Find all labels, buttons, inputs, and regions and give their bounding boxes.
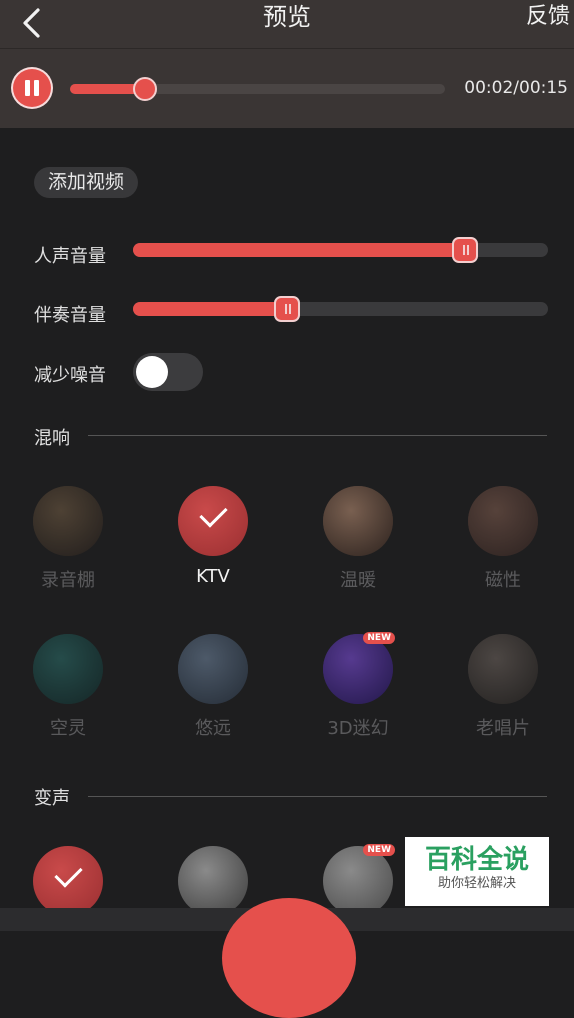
reverb-thumbnail <box>178 634 248 704</box>
vocal-volume-label: 人声音量 <box>34 246 106 267</box>
vocal-volume-slider[interactable] <box>133 237 548 263</box>
playback-scrub-handle[interactable] <box>133 77 157 101</box>
reverb-thumbnail <box>323 634 393 704</box>
voice-change-thumbnail <box>323 846 393 916</box>
watermark-subtitle: 助你轻松解决 <box>437 876 516 891</box>
voice-change-thumbnail <box>178 846 248 916</box>
toggle-knob <box>136 356 168 388</box>
top-bar: 预览 反馈 <box>0 0 574 49</box>
reverb-section-title: 混响 <box>34 428 70 449</box>
reverb-option[interactable]: NEW 3D迷幻 <box>303 632 413 739</box>
voice-change-section-title: 变声 <box>34 788 70 809</box>
reverb-option[interactable]: 老唱片 <box>448 634 558 739</box>
thumbnail-dim-overlay <box>178 634 248 704</box>
reverb-thumbnail <box>178 486 248 556</box>
reverb-thumbnail <box>468 634 538 704</box>
reverb-option[interactable]: 录音棚 <box>13 486 123 591</box>
pause-button[interactable] <box>13 69 51 107</box>
noise-reduction-toggle[interactable] <box>133 353 203 391</box>
watermark-title: 百科全说 <box>424 845 529 875</box>
accompaniment-volume-slider[interactable] <box>133 296 548 322</box>
reverb-thumbnail <box>468 486 538 556</box>
checkmark-icon <box>199 499 228 528</box>
vocal-volume-handle[interactable] <box>452 237 478 263</box>
reverb-divider <box>88 435 547 436</box>
playback-time: 00:02/00:15 <box>464 78 568 98</box>
reverb-option[interactable]: 磁性 <box>448 486 558 591</box>
record-button[interactable] <box>222 898 356 1018</box>
watermark-logo: 百科全说 助你轻松解决 <box>405 837 549 906</box>
thumbnail-dim-overlay <box>468 486 538 556</box>
reverb-option-label: 老唱片 <box>476 718 530 739</box>
new-badge: NEW <box>363 844 395 856</box>
voice-change-option[interactable] <box>13 846 123 916</box>
reverb-thumbnail <box>33 634 103 704</box>
accompaniment-volume-handle[interactable] <box>273 296 300 322</box>
voice-change-divider <box>88 796 547 797</box>
thumbnail-dim-overlay <box>33 486 103 556</box>
feedback-button[interactable]: 反馈 <box>526 2 570 32</box>
voice-change-thumbnail <box>33 846 103 916</box>
reverb-option[interactable]: KTV <box>158 486 268 590</box>
reverb-option-label: 空灵 <box>50 718 86 739</box>
vocal-volume-fill <box>133 243 465 257</box>
reverb-option[interactable]: 悠远 <box>158 634 268 739</box>
reverb-option-label: KTV <box>196 566 230 587</box>
voice-change-option[interactable] <box>158 846 268 916</box>
thumbnail-dim-overlay <box>468 634 538 704</box>
accompaniment-volume-label: 伴奏音量 <box>34 305 106 326</box>
thumbnail-dim-overlay <box>323 486 393 556</box>
new-badge: NEW <box>363 632 395 644</box>
checkmark-icon <box>54 859 83 888</box>
reverb-thumbnail <box>323 486 393 556</box>
thumbnail-dim-overlay <box>323 634 393 704</box>
reverb-option-label: 温暖 <box>340 570 376 591</box>
reverb-thumbnail <box>33 486 103 556</box>
reverb-option-label: 磁性 <box>485 570 521 591</box>
noise-reduction-label: 减少噪音 <box>34 365 106 386</box>
accompaniment-volume-fill <box>133 302 287 316</box>
reverb-option-label: 录音棚 <box>41 570 95 591</box>
reverb-option[interactable]: 空灵 <box>13 634 123 739</box>
add-video-button[interactable]: 添加视频 <box>34 167 139 198</box>
playback-bar: 00:02/00:15 <box>0 49 574 128</box>
reverb-option[interactable]: 温暖 <box>303 486 413 591</box>
reverb-option-label: 3D迷幻 <box>327 718 389 739</box>
reverb-option-label: 悠远 <box>195 718 231 739</box>
page-title: 预览 <box>263 3 311 31</box>
playback-progress-track[interactable] <box>70 77 445 101</box>
thumbnail-dim-overlay <box>33 634 103 704</box>
